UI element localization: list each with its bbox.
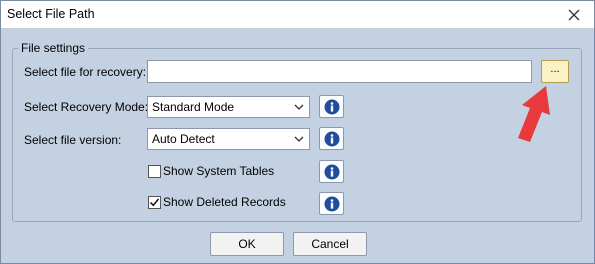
check-icon [149,198,160,207]
show-deleted-records-label: Show Deleted Records [163,195,286,209]
title-bar: Select File Path [1,1,594,29]
show-system-tables-checkbox[interactable] [148,165,161,178]
ok-button[interactable]: OK [210,232,284,256]
recovery-mode-value: Standard Mode [152,100,235,114]
file-version-value: Auto Detect [152,132,215,146]
close-button[interactable] [554,1,594,28]
window-title: Select File Path [7,7,95,21]
show-system-tables-label: Show System Tables [163,164,275,178]
info-icon [324,131,339,146]
file-version-select[interactable]: Auto Detect [147,128,310,150]
mode-label: Select Recovery Mode: [24,100,149,114]
info-icon [324,196,339,211]
chevron-down-icon [294,104,304,110]
cancel-button[interactable]: Cancel [293,232,367,256]
file-path-input[interactable] [147,60,532,83]
version-label: Select file version: [24,133,122,147]
chevron-down-icon [294,136,304,142]
deleted-records-info-button[interactable] [319,192,344,215]
info-icon [324,99,339,114]
file-label: Select file for recovery: [24,65,147,79]
browse-button[interactable]: ... [541,60,569,83]
group-legend: File settings [18,41,89,55]
recovery-mode-select[interactable]: Standard Mode [147,96,310,118]
show-deleted-records-checkbox[interactable] [148,196,161,209]
recovery-mode-info-button[interactable] [319,95,344,118]
system-tables-info-button[interactable] [319,160,344,183]
close-icon [568,9,580,20]
file-version-info-button[interactable] [319,127,344,150]
arrow-pointer-icon [518,86,550,142]
info-icon [324,164,339,179]
